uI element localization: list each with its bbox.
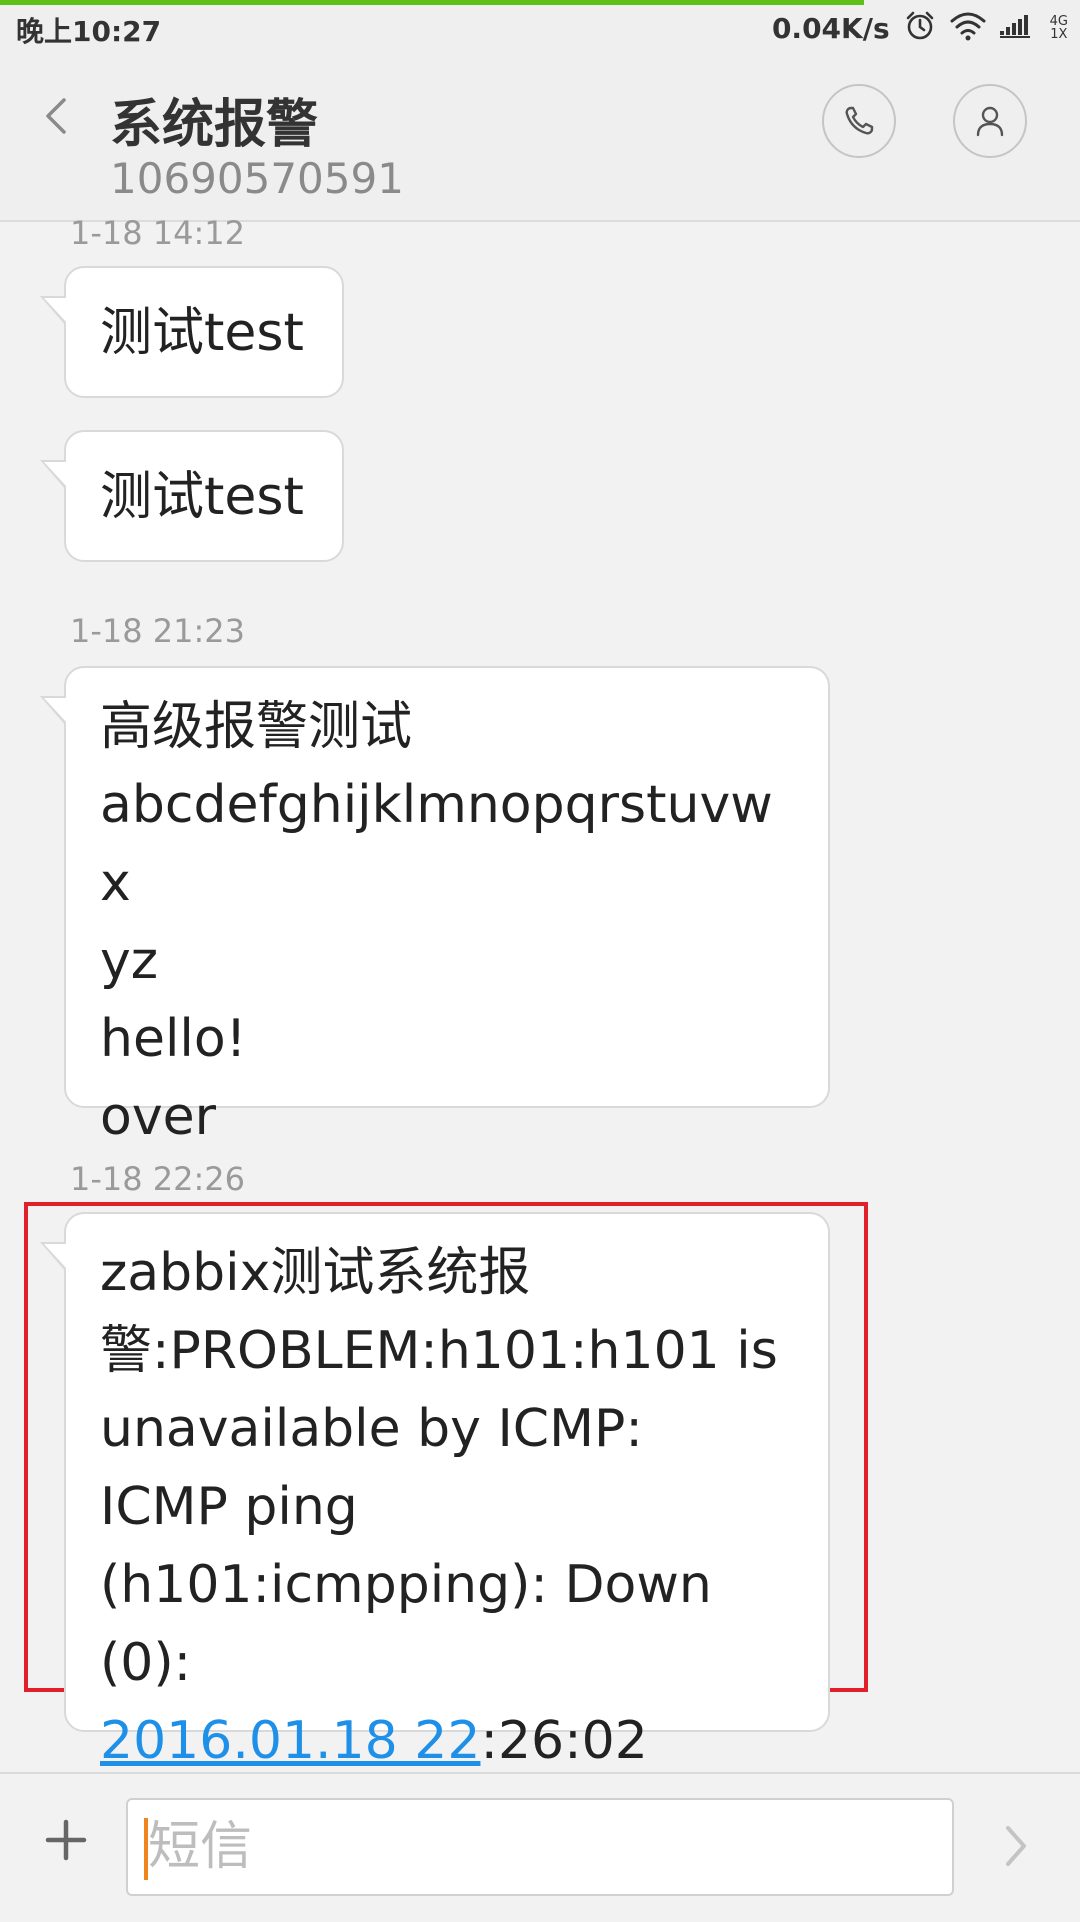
call-button[interactable] [822, 84, 896, 158]
attach-button[interactable] [44, 1818, 88, 1862]
date-link[interactable]: 2016.01.18 22 [100, 1711, 480, 1771]
network-type: 4G 1X [1050, 15, 1068, 41]
signal-icon [999, 13, 1036, 44]
send-button[interactable] [996, 1818, 1036, 1874]
network-type-bottom: 1X [1050, 27, 1068, 42]
alarm-icon [904, 10, 936, 47]
conversation-header: 系统报警 10690570591 [0, 58, 1080, 222]
network-speed: 0.04K/s [771, 11, 890, 45]
message-list[interactable]: 1-18 14:12 测试test 测试test 1-18 21:23 高级报警… [0, 214, 1080, 1772]
alert-message-text-end: :26:02 [480, 1711, 648, 1771]
back-arrow-icon [46, 98, 66, 134]
message-bubble[interactable]: 测试test [40, 266, 344, 398]
phone-icon [845, 106, 874, 135]
status-bar: 晚上10:27 0.04K/s 4G 1X [0, 0, 1080, 58]
wifi-icon [950, 11, 986, 46]
status-icons: 0.04K/s 4G 1X [772, 8, 1068, 48]
contact-icon [976, 106, 1004, 137]
plus-icon [45, 1819, 87, 1861]
message-timestamp: 1-18 21:23 [70, 612, 246, 650]
page-load-progress [0, 0, 1080, 5]
message-input[interactable]: 短信 [126, 1798, 954, 1896]
message-composer: 短信 [0, 1772, 1080, 1922]
message-timestamp: 1-18 14:12 [70, 214, 246, 252]
alert-message-text: zabbix测试系统报 警:PROBLEM:h101:h101 is unava… [100, 1243, 778, 1693]
text-cursor [144, 1818, 148, 1880]
page-load-progress-fill [0, 0, 864, 5]
message-bubble-alert[interactable]: zabbix测试系统报 警:PROBLEM:h101:h101 is unava… [40, 1212, 830, 1771]
message-bubble[interactable]: 高级报警测试 abcdefghijklmnopqrstuvwx yz hello… [40, 666, 830, 1147]
message-input-placeholder: 短信 [148, 1817, 253, 1877]
send-icon [1006, 1826, 1026, 1866]
contact-info-button[interactable] [953, 84, 1027, 158]
contact-name: 系统报警 [110, 95, 319, 155]
back-button[interactable] [38, 88, 78, 144]
message-bubble[interactable]: 测试test [40, 430, 344, 562]
message-timestamp: 1-18 22:26 [70, 1160, 246, 1198]
status-time: 晚上10:27 [16, 15, 162, 48]
contact-number: 10690570591 [110, 154, 404, 203]
